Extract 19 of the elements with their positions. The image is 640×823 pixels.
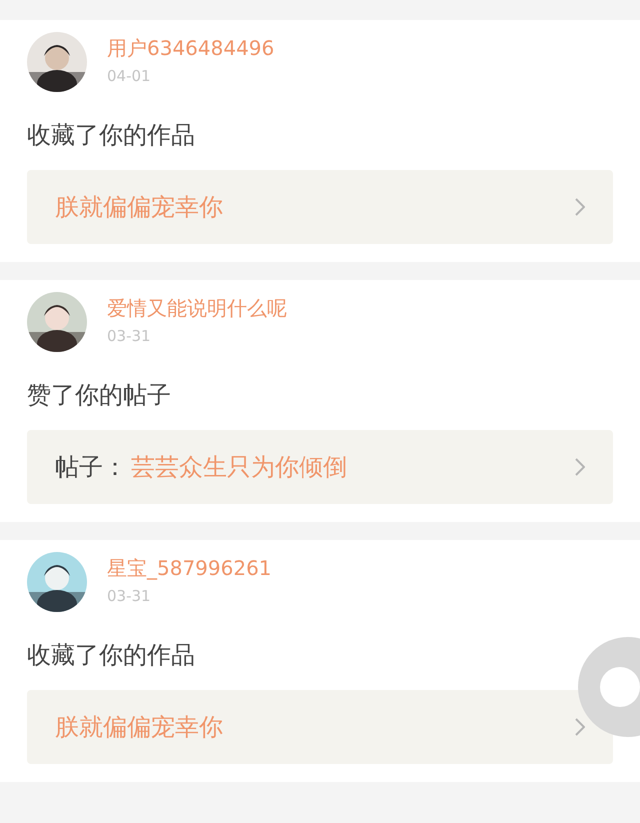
chevron-right-icon — [575, 458, 585, 476]
item-title: 朕就偏偏宠幸你 — [55, 192, 224, 223]
action-text: 收藏了你的作品 — [27, 640, 195, 670]
action-text: 赞了你的帖子 — [27, 380, 171, 410]
chevron-right-icon — [575, 198, 585, 216]
item-title: 芸芸众生只为你倾倒 — [131, 452, 348, 483]
linked-item[interactable]: 朕就偏偏宠幸你 — [27, 170, 613, 244]
linked-item[interactable]: 帖子： 芸芸众生只为你倾倒 — [27, 430, 613, 504]
chevron-right-icon — [575, 718, 585, 736]
date: 04-01 — [107, 66, 152, 86]
user-name[interactable]: 用户6346484496 — [107, 36, 274, 60]
item-title: 朕就偏偏宠幸你 — [55, 712, 224, 743]
user-name[interactable]: 爱情又能说明什么呢 — [107, 296, 287, 320]
date: 03-31 — [107, 586, 152, 606]
item-label: 帖子： — [55, 452, 127, 483]
linked-item[interactable]: 朕就偏偏宠幸你 — [27, 690, 613, 764]
date: 03-31 — [107, 326, 152, 346]
user-name[interactable]: 星宝_587996261 — [107, 556, 272, 580]
action-text: 收藏了你的作品 — [27, 120, 195, 150]
